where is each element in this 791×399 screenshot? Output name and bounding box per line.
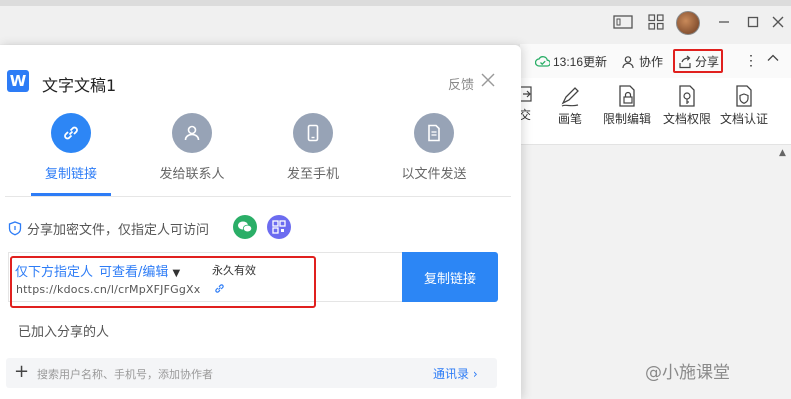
plus-icon: + xyxy=(14,361,30,382)
divider xyxy=(5,196,511,197)
option-send-phone[interactable]: 发至手机 xyxy=(258,113,368,182)
scroll-up-arrow-icon[interactable]: ▲ xyxy=(779,148,791,160)
title-bar-topline xyxy=(0,0,791,6)
collaborate-button[interactable]: 协作 xyxy=(622,53,663,70)
ribbon-toolbar: 交 画笔 限制编辑 文档权限 文档认证 xyxy=(517,78,791,145)
ribbon-item-restrict-edit[interactable]: 限制编辑 xyxy=(597,84,657,127)
add-collaborator-search[interactable]: + 搜索用户名称、手机号，添加协作者 通讯录 › xyxy=(6,358,497,388)
shield-doc-icon xyxy=(736,85,752,107)
wps-writer-icon: W xyxy=(7,70,29,92)
pen-icon xyxy=(561,87,579,107)
option-send-file[interactable]: 以文件发送 xyxy=(379,113,489,182)
option-send-contact-label: 发给联系人 xyxy=(159,167,225,182)
ribbon-pen-label: 画笔 xyxy=(557,112,582,126)
update-time: 13:16更新 xyxy=(553,55,608,69)
ribbon-doc-certify-label: 文档认证 xyxy=(719,112,768,126)
chevron-right-icon: › xyxy=(472,367,478,381)
collaborate-label: 协作 xyxy=(639,55,664,69)
key-doc-icon xyxy=(679,85,695,107)
ribbon-restrict-edit-label: 限制编辑 xyxy=(602,112,651,126)
lock-doc-icon xyxy=(619,85,635,107)
watermark: @小施课堂 xyxy=(645,363,730,383)
panel-title: 文字文稿1 xyxy=(42,76,117,95)
copy-link-button[interactable]: 复制链接 xyxy=(402,252,498,302)
phone-icon xyxy=(293,113,333,153)
link-icon xyxy=(51,113,91,153)
ribbon-item-doc-permission[interactable]: 文档权限 xyxy=(657,84,717,127)
share-highlight-box xyxy=(673,49,723,73)
feedback-link[interactable]: 反馈 xyxy=(448,74,474,93)
qr-code-icon[interactable] xyxy=(267,215,291,239)
link-highlight-box xyxy=(10,256,316,308)
collapse-chevron-icon[interactable] xyxy=(766,51,780,65)
added-people-label: 已加入分享的人 xyxy=(18,325,110,340)
more-menu-icon[interactable]: ⋮ xyxy=(744,52,758,69)
shield-icon xyxy=(8,221,22,236)
wechat-icon[interactable] xyxy=(233,215,257,239)
search-placeholder: 搜索用户名称、手机号，添加协作者 xyxy=(37,368,213,381)
option-copy-link[interactable]: 复制链接 xyxy=(16,113,126,182)
option-send-file-label: 以文件发送 xyxy=(401,167,467,182)
option-send-phone-label: 发至手机 xyxy=(286,167,339,182)
cloud-check-icon xyxy=(535,56,550,67)
file-icon xyxy=(414,113,454,153)
minimize-icon[interactable] xyxy=(714,12,734,32)
grid-apps-icon[interactable] xyxy=(646,12,666,32)
person-icon xyxy=(172,113,212,153)
contacts-link[interactable]: 通讯录 › xyxy=(433,365,478,382)
update-status: 13:16更新 xyxy=(535,53,607,70)
window-switch-icon[interactable] xyxy=(613,12,633,32)
title-bar xyxy=(0,0,791,44)
close-icon[interactable] xyxy=(768,12,788,32)
ribbon-doc-permission-label: 文档权限 xyxy=(662,112,711,126)
option-copy-link-label: 复制链接 xyxy=(44,167,97,182)
option-send-contact[interactable]: 发给联系人 xyxy=(137,113,247,182)
encrypt-notice: 分享加密文件，仅指定人可访问 xyxy=(8,219,209,238)
panel-close-icon[interactable] xyxy=(481,71,495,92)
contacts-label: 通讯录 xyxy=(433,367,470,381)
avatar[interactable] xyxy=(676,11,700,35)
maximize-icon[interactable] xyxy=(743,12,763,32)
encrypt-text: 分享加密文件，仅指定人可访问 xyxy=(27,223,210,238)
person-add-icon xyxy=(622,55,634,68)
ribbon-item-pen[interactable]: 画笔 xyxy=(540,84,600,127)
ribbon-item-doc-certify[interactable]: 文档认证 xyxy=(714,84,774,127)
share-panel: W 文字文稿1 反馈 复制链接 发给联系人 发至手机 以文件发送 分享加密文件，… xyxy=(0,45,521,399)
